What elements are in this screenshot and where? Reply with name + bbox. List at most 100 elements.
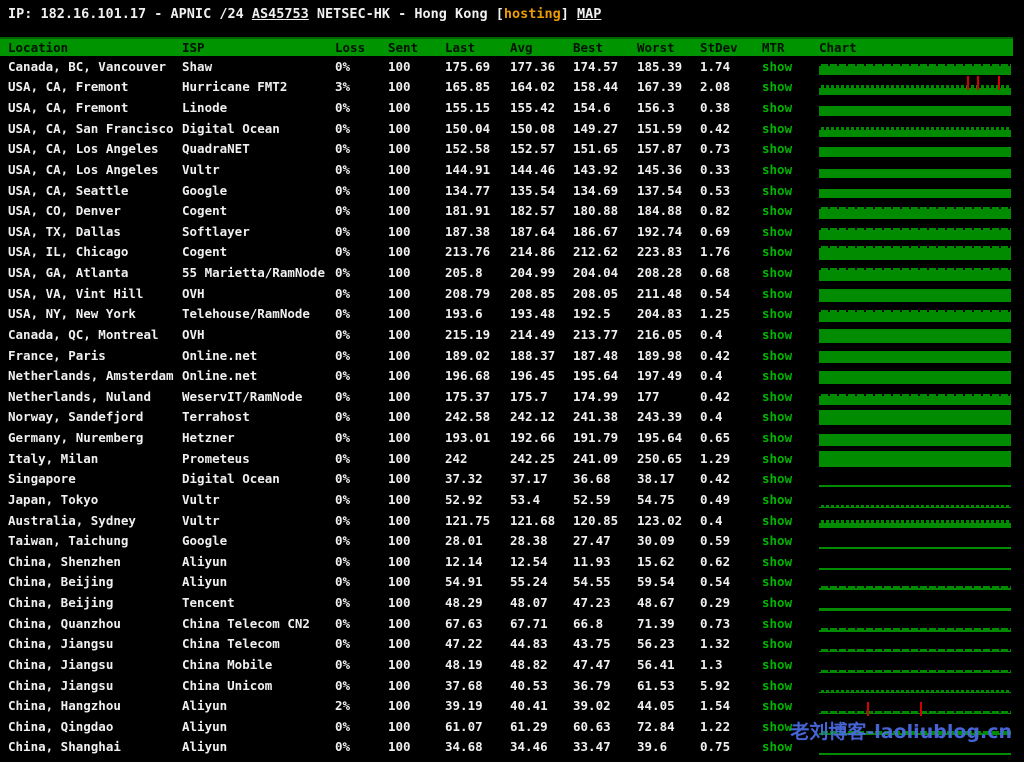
row-isp: Aliyun (182, 698, 335, 713)
row-loss: 0% (335, 678, 388, 693)
mtr-show-link[interactable]: show (762, 657, 792, 672)
row-sent: 100 (388, 595, 445, 610)
packet-loss-mark (967, 76, 969, 90)
latency-chart (819, 200, 1013, 221)
row-stdev: 1.22 (700, 719, 762, 734)
table-row: China, Quanzhou China Telecom CN2 0% 100… (0, 613, 1013, 634)
mtr-show-link[interactable]: show (762, 162, 792, 177)
row-best: 149.27 (573, 121, 637, 136)
mtr-show-link[interactable]: show (762, 141, 792, 156)
row-loss: 0% (335, 636, 388, 651)
latency-bar (819, 753, 1011, 755)
row-avg: 48.82 (510, 657, 573, 672)
mtr-show-link[interactable]: show (762, 244, 792, 259)
map-link[interactable]: MAP (577, 6, 601, 22)
mtr-show-link[interactable]: show (762, 451, 792, 466)
row-isp: Linode (182, 100, 335, 115)
latency-chart (819, 675, 1013, 696)
table-row: Japan, Tokyo Vultr 0% 100 52.92 53.4 52.… (0, 489, 1013, 510)
network-text: NETSEC-HK - Hong Kong (317, 6, 488, 22)
mtr-show-link[interactable]: show (762, 698, 792, 713)
mtr-show-link[interactable]: show (762, 203, 792, 218)
mtr-show-link[interactable]: show (762, 265, 792, 280)
asn-link[interactable]: AS45753 (252, 6, 309, 22)
mtr-show-link[interactable]: show (762, 533, 792, 548)
mtr-show-link[interactable]: show (762, 430, 792, 445)
row-worst: 123.02 (637, 513, 700, 528)
table-row: USA, CO, Denver Cogent 0% 100 181.91 182… (0, 200, 1013, 221)
row-last: 52.92 (445, 492, 510, 507)
row-stdev: 0.69 (700, 224, 762, 239)
row-loss: 0% (335, 430, 388, 445)
row-avg: 208.85 (510, 286, 573, 301)
row-loss: 0% (335, 100, 388, 115)
mtr-show-link[interactable]: show (762, 595, 792, 610)
mtr-show-link[interactable]: show (762, 739, 792, 754)
row-stdev: 0.42 (700, 348, 762, 363)
mtr-show-link[interactable]: show (762, 224, 792, 239)
row-avg: 40.53 (510, 678, 573, 693)
row-stdev: 0.68 (700, 265, 762, 280)
row-best: 151.65 (573, 141, 637, 156)
latency-jitter-notches (819, 85, 1011, 88)
row-worst: 185.39 (637, 59, 700, 74)
row-isp: Aliyun (182, 554, 335, 569)
mtr-show-link[interactable]: show (762, 719, 792, 734)
mtr-show-link[interactable]: show (762, 678, 792, 693)
row-best: 204.04 (573, 265, 637, 280)
latency-bar (819, 228, 1011, 240)
mtr-show-link[interactable]: show (762, 348, 792, 363)
row-best: 33.47 (573, 739, 637, 754)
mtr-show-link[interactable]: show (762, 636, 792, 651)
packet-loss-mark (867, 702, 869, 716)
row-avg: 193.48 (510, 306, 573, 321)
row-location: USA, CA, Fremont (0, 79, 182, 94)
mtr-show-link[interactable]: show (762, 183, 792, 198)
mtr-show-link[interactable]: show (762, 306, 792, 321)
latency-chart (819, 221, 1013, 242)
row-loss: 0% (335, 554, 388, 569)
mtr-show-link[interactable]: show (762, 409, 792, 424)
row-loss: 0% (335, 533, 388, 548)
latency-bar (819, 127, 1011, 137)
row-last: 193.01 (445, 430, 510, 445)
mtr-show-link[interactable]: show (762, 471, 792, 486)
mtr-show-link[interactable]: show (762, 286, 792, 301)
row-location: USA, IL, Chicago (0, 244, 182, 259)
mtr-show-link[interactable]: show (762, 368, 792, 383)
row-stdev: 2.08 (700, 79, 762, 94)
mtr-show-link[interactable]: show (762, 100, 792, 115)
row-last: 34.68 (445, 739, 510, 754)
latency-bar (819, 289, 1011, 302)
latency-jitter-notches (819, 505, 1011, 507)
mtr-show-link[interactable]: show (762, 554, 792, 569)
column-header-sent: Sent (388, 40, 445, 55)
mtr-show-link[interactable]: show (762, 492, 792, 507)
row-last: 175.69 (445, 59, 510, 74)
mtr-show-link[interactable]: show (762, 389, 792, 404)
mtr-show-link[interactable]: show (762, 79, 792, 94)
mtr-show-link[interactable]: show (762, 59, 792, 74)
row-avg: 67.71 (510, 616, 573, 631)
mtr-show-link[interactable]: show (762, 327, 792, 342)
row-avg: 28.38 (510, 533, 573, 548)
row-sent: 100 (388, 492, 445, 507)
row-avg: 204.99 (510, 265, 573, 280)
mtr-show-link[interactable]: show (762, 574, 792, 589)
mtr-show-link[interactable]: show (762, 513, 792, 528)
row-stdev: 0.4 (700, 409, 762, 424)
column-header-loss: Loss (335, 40, 388, 55)
mtr-show-link[interactable]: show (762, 616, 792, 631)
row-isp: Vultr (182, 492, 335, 507)
latency-chart (819, 551, 1013, 572)
row-worst: 250.65 (637, 451, 700, 466)
row-loss: 0% (335, 59, 388, 74)
row-best: 186.67 (573, 224, 637, 239)
row-location: USA, CA, Seattle (0, 183, 182, 198)
row-best: 241.09 (573, 451, 637, 466)
latency-bar (819, 310, 1011, 322)
row-loss: 0% (335, 451, 388, 466)
row-last: 175.37 (445, 389, 510, 404)
row-avg: 242.12 (510, 409, 573, 424)
mtr-show-link[interactable]: show (762, 121, 792, 136)
